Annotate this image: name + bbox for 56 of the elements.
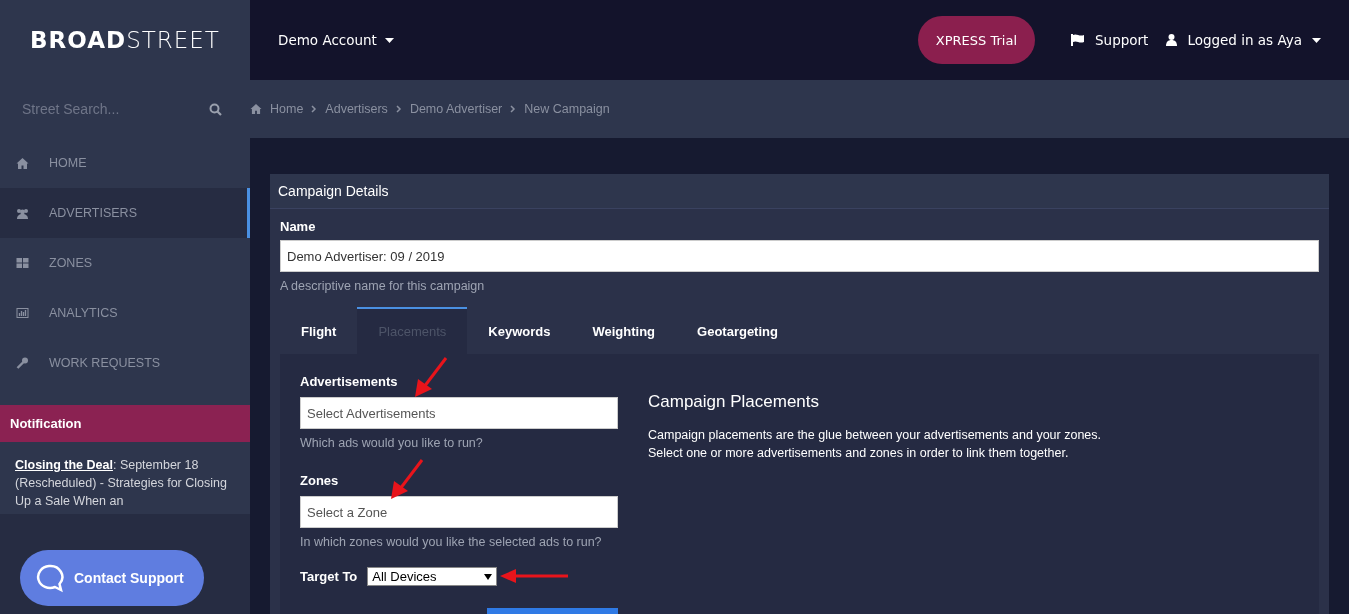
search-icon[interactable]	[209, 102, 222, 116]
flag-icon	[1071, 34, 1085, 46]
nav-item[interactable]: ANALYTICS	[0, 288, 250, 338]
section-title: Campaign Placements	[648, 392, 821, 412]
breadcrumb-link[interactable]: Demo Advertiser	[409, 102, 503, 116]
tab[interactable]: Keywords	[467, 307, 572, 354]
account-dropdown[interactable]: Demo Account	[278, 32, 394, 48]
select-field[interactable]: Select a Zone	[300, 496, 618, 528]
tab[interactable]: Geotargeting	[676, 307, 799, 354]
target-dropdown[interactable]: All Devices	[367, 567, 498, 586]
logo: BROADSTREET	[29, 26, 221, 55]
home-icon	[250, 104, 262, 114]
notification-header: Notification	[0, 405, 250, 442]
notification-text: Closing the Deal: September 18 (Rescheduled) - Strategies for Closing Up a Sale When an	[14, 457, 228, 510]
breadcrumb-link[interactable]: Home	[270, 102, 304, 116]
help-text: A descriptive name for this campaign	[280, 279, 486, 293]
field-label: Zones	[300, 473, 340, 488]
search-field[interactable]: Street Search...	[20, 100, 209, 118]
users-icon	[16, 207, 29, 219]
chart-icon	[16, 308, 29, 318]
nav-item[interactable]: ADVERTISERS	[0, 188, 250, 238]
breadcrumb-link[interactable]: New Campaign	[524, 102, 610, 116]
trial-button[interactable]: XPRESS Trial	[917, 16, 1035, 64]
support-link[interactable]: Support	[1071, 32, 1149, 48]
user-menu[interactable]: Logged in as Aya	[1166, 32, 1321, 48]
chevron-icon	[395, 105, 402, 113]
card-title: Campaign Details	[270, 174, 1329, 209]
name-field[interactable]: Demo Advertiser: 09 / 2019	[280, 240, 1319, 272]
field-label: Target To	[300, 569, 358, 584]
nav-item[interactable]: ZONES	[0, 238, 250, 288]
chat-icon	[34, 563, 64, 593]
chevron-icon	[311, 105, 318, 113]
arrow-annotation	[390, 459, 424, 499]
help-text: Which ads would you like to run?	[300, 436, 484, 450]
section-description: Campaign placements are the glue between your advertisements and your zones. Select one or more advertisements and zones in order to link them together.	[648, 427, 1103, 462]
select-field[interactable]: Select Advertisements	[300, 397, 618, 429]
notification-link[interactable]: Closing the Deal	[15, 458, 113, 472]
field-label: Advertisements	[300, 374, 399, 389]
tab[interactable]: Weighting	[571, 307, 677, 354]
field-label: Name	[280, 219, 317, 234]
tab[interactable]: Flight	[280, 307, 358, 354]
caret-icon	[484, 573, 493, 580]
help-text: In which zones would you like the selected ads to run?	[300, 535, 603, 549]
arrow-annotation	[414, 357, 448, 397]
caret-icon	[384, 37, 394, 43]
wrench-icon	[16, 357, 29, 369]
nav-item[interactable]: WORK REQUESTS	[0, 338, 250, 388]
caret-icon	[1312, 37, 1321, 43]
user-icon	[1166, 34, 1178, 46]
grid-icon	[16, 258, 29, 268]
nav-item[interactable]: HOME	[0, 138, 250, 188]
contact-support-button[interactable]: Contact Support	[20, 550, 204, 606]
arrow-annotation	[500, 569, 570, 583]
chevron-icon	[510, 105, 517, 113]
breadcrumb-link[interactable]: Advertisers	[325, 102, 388, 116]
home-icon	[16, 157, 29, 169]
